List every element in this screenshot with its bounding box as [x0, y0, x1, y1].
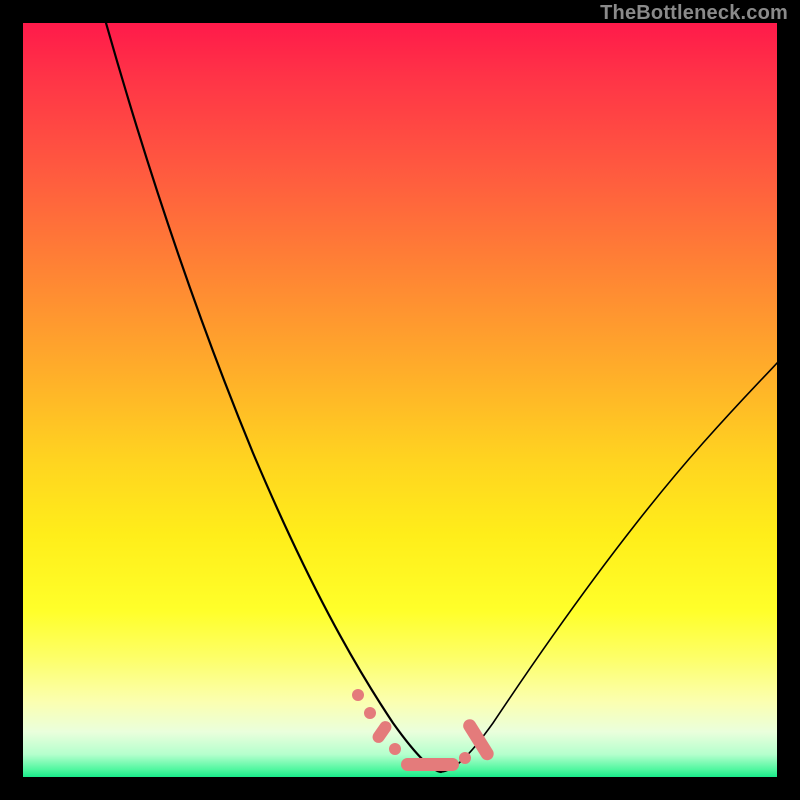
curve-layer — [23, 23, 777, 777]
marker-dot — [389, 743, 401, 755]
marker-dot — [352, 689, 364, 701]
right-curve — [441, 363, 777, 772]
left-curve — [106, 23, 441, 772]
marker-pill — [401, 758, 459, 771]
watermark-text: TheBottleneck.com — [600, 2, 788, 25]
chart-root: TheBottleneck.com — [0, 0, 800, 800]
plot-area — [23, 23, 777, 777]
marker-group — [352, 689, 496, 771]
marker-pill — [370, 719, 394, 746]
marker-dot — [459, 752, 471, 764]
marker-dot — [364, 707, 376, 719]
